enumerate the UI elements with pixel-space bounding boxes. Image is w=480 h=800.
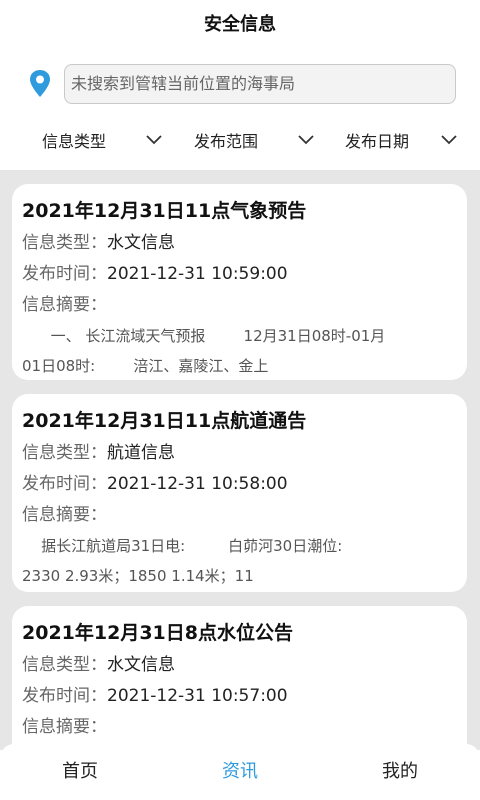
nav-mine[interactable]: 我的: [340, 744, 460, 800]
bottom-nav: 首页 资讯 我的: [0, 744, 480, 800]
card-info-type-row: 信息类型：水文信息: [22, 228, 457, 259]
publish-time-value: 2021-12-31 10:57:00: [107, 686, 288, 706]
location-pin-icon[interactable]: [28, 69, 52, 99]
filter-publish-date[interactable]: 发布日期: [345, 120, 457, 160]
info-type-value: 水文信息: [107, 233, 175, 253]
publish-time-label: 发布时间：: [22, 264, 107, 284]
summary-label: 信息摘要：: [22, 717, 107, 737]
info-type-value: 水文信息: [107, 655, 175, 675]
summary-label: 信息摘要：: [22, 505, 107, 525]
card-info-type-row: 信息类型：水文信息: [22, 650, 457, 681]
info-card[interactable]: 2021年12月31日11点气象预告 信息类型：水文信息 发布时间：2021-1…: [12, 184, 467, 380]
info-card[interactable]: 2021年12月31日8点水位公告 信息类型：水文信息 发布时间：2021-12…: [12, 606, 467, 750]
summary-label: 信息摘要：: [22, 295, 107, 315]
filter-publish-scope[interactable]: 发布范围: [194, 120, 314, 160]
filter-bar: 信息类型 发布范围 发布日期: [0, 120, 480, 160]
search-input[interactable]: 未搜索到管辖当前位置的海事局: [64, 64, 456, 104]
info-type-label: 信息类型：: [22, 443, 107, 463]
summary-line: 据长江航道局31日电: 白茆河30日潮位:: [22, 537, 343, 555]
nav-news[interactable]: 资讯: [180, 744, 300, 800]
summary-line: 2330 2.93米；1850 1.14米；11: [22, 567, 254, 585]
card-title: 2021年12月31日8点水位公告: [22, 622, 293, 644]
info-type-label: 信息类型：: [22, 655, 107, 675]
filter-publish-scope-label: 发布范围: [194, 132, 259, 151]
info-card[interactable]: 2021年12月31日11点航道通告 信息类型：航道信息 发布时间：2021-1…: [12, 394, 467, 592]
publish-time-label: 发布时间：: [22, 686, 107, 706]
search-row: 未搜索到管辖当前位置的海事局: [28, 63, 456, 105]
card-info-type-row: 信息类型：航道信息: [22, 438, 457, 469]
nav-home[interactable]: 首页: [20, 744, 140, 800]
header: 安全信息 未搜索到管辖当前位置的海事局 信息类型 发布范围 发布日期: [0, 0, 480, 170]
summary-line: 01日08时: 涪江、嘉陵江、金上: [22, 357, 269, 375]
filter-info-type-label: 信息类型: [42, 132, 107, 151]
info-list[interactable]: 2021年12月31日11点气象预告 信息类型：水文信息 发布时间：2021-1…: [0, 170, 480, 750]
filter-info-type[interactable]: 信息类型: [42, 120, 162, 160]
card-publish-time-row: 发布时间：2021-12-31 10:59:00: [22, 259, 457, 290]
chevron-down-icon: [146, 135, 162, 145]
info-type-label: 信息类型：: [22, 233, 107, 253]
card-title: 2021年12月31日11点气象预告: [22, 200, 307, 222]
chevron-down-icon: [298, 135, 314, 145]
card-publish-time-row: 发布时间：2021-12-31 10:58:00: [22, 469, 457, 500]
card-title: 2021年12月31日11点航道通告: [22, 410, 307, 432]
filter-publish-date-label: 发布日期: [345, 132, 410, 151]
page-title: 安全信息: [204, 14, 276, 35]
publish-time-label: 发布时间：: [22, 474, 107, 494]
card-publish-time-row: 发布时间：2021-12-31 10:57:00: [22, 681, 457, 712]
publish-time-value: 2021-12-31 10:59:00: [107, 264, 288, 284]
chevron-down-icon: [441, 135, 457, 145]
publish-time-value: 2021-12-31 10:58:00: [107, 474, 288, 494]
info-type-value: 航道信息: [107, 443, 175, 463]
summary-line: 一、 长江流域天气预报 12月31日08时-01月: [22, 327, 386, 345]
app-root: 安全信息 未搜索到管辖当前位置的海事局 信息类型 发布范围 发布日期 2021年…: [0, 0, 480, 800]
